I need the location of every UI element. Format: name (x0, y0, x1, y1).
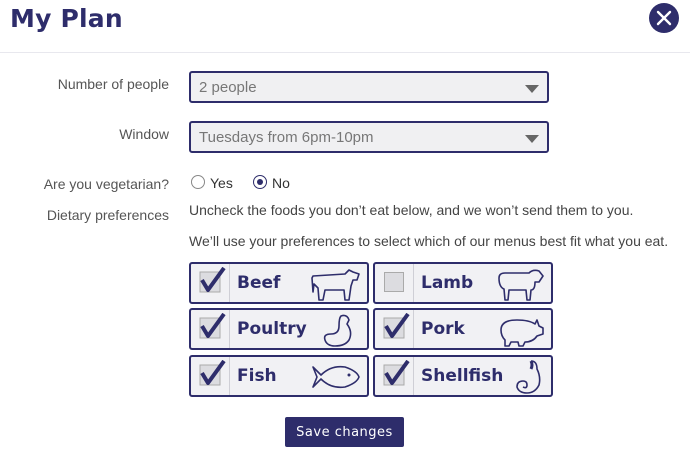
people-label: Number of people (57, 76, 169, 92)
food-name: Beef (237, 273, 281, 293)
food-checkbox-poultry[interactable] (191, 310, 230, 348)
sheep-icon (498, 269, 544, 301)
food-tile-poultry[interactable]: Poultry (189, 308, 369, 350)
food-name: Lamb (421, 273, 474, 293)
food-tile-lamb[interactable]: Lamb (373, 262, 553, 304)
cow-icon (311, 269, 360, 301)
food-name: Poultry (237, 319, 307, 339)
food-name: Pork (421, 319, 465, 339)
window-select[interactable]: Tuesdays from 6pm-10pm (189, 121, 549, 153)
people-select-value: 2 people (199, 79, 257, 96)
food-checkbox-fish[interactable] (191, 357, 230, 395)
dietary-explanation: We’ll use your preferences to select whi… (189, 233, 669, 249)
food-checkbox-pork[interactable] (375, 310, 414, 348)
people-select[interactable]: 2 people (189, 71, 549, 103)
fish-icon (312, 365, 360, 389)
dietary-label: Dietary preferences (46, 207, 169, 223)
food-checkbox-beef[interactable] (191, 264, 230, 302)
food-tile-shellfish[interactable]: Shellfish (373, 355, 553, 397)
checkmark-icon (199, 360, 226, 386)
checkmark-icon (199, 313, 226, 339)
close-button[interactable] (649, 3, 679, 33)
checkmark-icon (383, 360, 410, 386)
food-name: Fish (237, 366, 277, 386)
food-tile-pork[interactable]: Pork (373, 308, 553, 350)
radio-label-yes: Yes (210, 175, 233, 191)
vegetarian-radio-no[interactable]: No (253, 175, 303, 191)
checkbox-empty (384, 272, 404, 292)
vegetarian-radio-yes[interactable]: Yes (191, 175, 241, 191)
close-icon (656, 10, 672, 26)
modal-header: My Plan (0, 0, 690, 53)
radio-button-no[interactable] (253, 175, 267, 189)
checkmark-icon (199, 267, 226, 293)
chicken-icon (323, 314, 352, 347)
radio-label-no: No (272, 175, 290, 191)
food-checkbox-shellfish[interactable] (375, 357, 414, 395)
food-name: Shellfish (421, 366, 504, 386)
chevron-down-icon (525, 135, 539, 143)
save-button[interactable]: Save changes (285, 417, 404, 447)
dietary-instructions: Uncheck the foods you don’t eat below, a… (189, 202, 634, 218)
vegetarian-label: Are you vegetarian? (43, 176, 169, 192)
page-title: My Plan (10, 4, 123, 33)
chevron-down-icon (525, 85, 539, 93)
shrimp-icon (516, 360, 541, 394)
checkmark-icon (383, 313, 410, 339)
pig-icon (500, 319, 544, 347)
window-label: Window (119, 126, 169, 142)
radio-button-yes[interactable] (191, 175, 205, 189)
food-checkbox-lamb[interactable] (375, 264, 414, 302)
food-tile-fish[interactable]: Fish (189, 355, 369, 397)
food-tile-beef[interactable]: Beef (189, 262, 369, 304)
window-select-value: Tuesdays from 6pm-10pm (199, 129, 374, 146)
